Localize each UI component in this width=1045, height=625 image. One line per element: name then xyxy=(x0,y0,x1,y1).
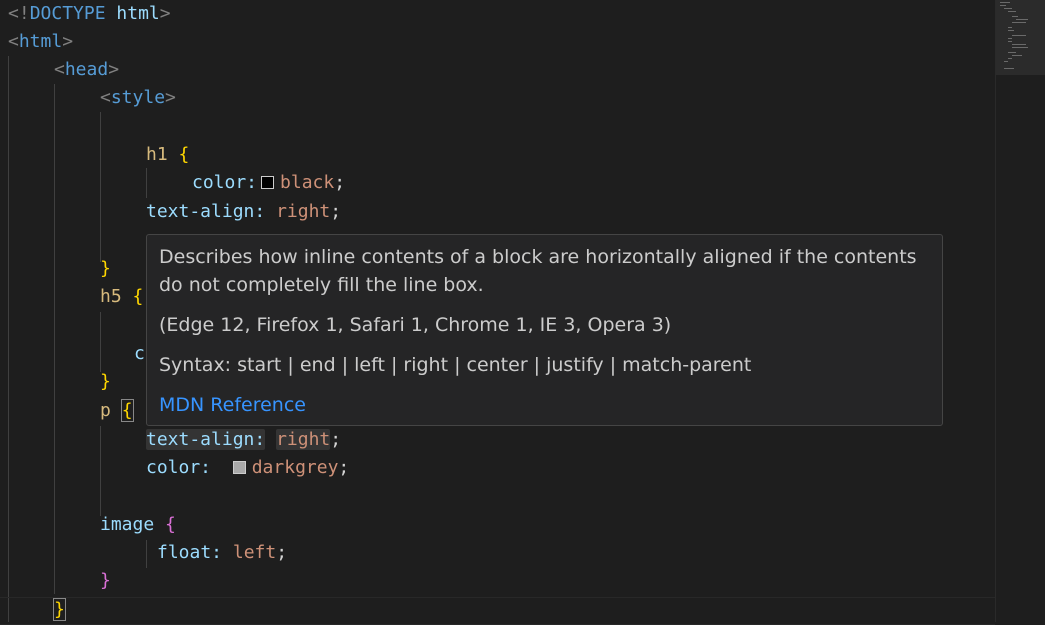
code-line-h5-close[interactable]: } xyxy=(100,368,111,396)
minimap-line xyxy=(1012,47,1028,48)
css-selector: h1 xyxy=(146,144,168,165)
code-line-p-align[interactable]: text-align: right; xyxy=(146,426,341,454)
brace: { xyxy=(165,514,176,535)
css-property: color: xyxy=(192,172,258,193)
tag-bracket: < xyxy=(100,87,111,108)
brace: } xyxy=(100,258,111,279)
indent-guide xyxy=(100,112,101,262)
indent-guide xyxy=(8,56,9,622)
code-line-h5-selector[interactable]: h5 { xyxy=(100,283,143,311)
brace: { xyxy=(178,144,190,165)
code-line-doctype[interactable]: <!DOCTYPE html> xyxy=(8,0,171,28)
tag-bracket: <! xyxy=(8,3,30,24)
brace: } xyxy=(53,598,66,621)
brace: } xyxy=(100,570,111,591)
hover-syntax: Syntax: start | end | left | right | cen… xyxy=(159,354,752,376)
color-swatch-darkgrey[interactable] xyxy=(232,461,246,474)
code-line-style[interactable]: <style> xyxy=(100,84,176,112)
code-line-h1-color[interactable]: color: black; xyxy=(192,169,345,197)
doctype-name: html xyxy=(116,3,160,24)
hover-tooltip: Describes how inline contents of a block… xyxy=(146,234,943,426)
current-line-highlight xyxy=(0,597,995,625)
code-line-image-close[interactable]: } xyxy=(100,567,111,595)
html-tag: html xyxy=(18,31,63,52)
hover-description: Describes how inline contents of a block… xyxy=(159,246,917,296)
code-editor[interactable]: <!DOCTYPE html> <html> <head> <style> h1… xyxy=(0,0,995,625)
brace: { xyxy=(120,399,134,422)
color-swatch-black[interactable] xyxy=(261,176,275,189)
css-property: text-align: xyxy=(146,201,266,222)
css-selector: image xyxy=(100,514,155,535)
minimap-line xyxy=(1012,35,1026,36)
tag-bracket: < xyxy=(8,31,19,52)
doctype-keyword: DOCTYPE xyxy=(29,3,106,24)
minimap-line xyxy=(1012,55,1022,56)
indent-guide xyxy=(100,312,101,372)
indent-guide xyxy=(146,540,147,568)
code-line-h1-selector[interactable]: h1 { xyxy=(146,141,189,169)
brace: { xyxy=(132,286,144,307)
semicolon: ; xyxy=(330,429,342,450)
minimap-line xyxy=(1012,22,1026,23)
minimap-line xyxy=(1008,30,1014,31)
mdn-reference-link[interactable]: MDN Reference xyxy=(159,391,930,419)
css-property: color: xyxy=(146,457,212,478)
code-line-h5-property[interactable]: c xyxy=(134,340,145,368)
css-property: c xyxy=(134,343,145,364)
code-line-h1-close[interactable]: } xyxy=(100,255,111,283)
css-value: darkgrey xyxy=(251,457,339,478)
code-line-p-color[interactable]: color: darkgrey; xyxy=(146,454,349,482)
minimap-line xyxy=(1004,68,1014,69)
tag-bracket: < xyxy=(54,59,65,80)
code-line-image-float[interactable]: float: left; xyxy=(157,539,287,567)
minimap-line xyxy=(1000,5,1006,6)
head-tag: head xyxy=(64,59,109,80)
css-property: float: xyxy=(157,542,223,563)
minimap-line xyxy=(1008,58,1012,59)
minimap-line xyxy=(1008,41,1012,42)
code-line-head[interactable]: <head> xyxy=(54,56,119,84)
minimap-slider[interactable] xyxy=(996,0,1045,75)
code-line-h1-align[interactable]: text-align: right; xyxy=(146,198,341,226)
code-line-image-selector[interactable]: image { xyxy=(100,511,176,539)
css-selector: h5 xyxy=(100,286,122,307)
minimap[interactable] xyxy=(995,0,1045,622)
brace: } xyxy=(100,371,111,392)
css-value: right xyxy=(276,201,331,222)
minimap-line xyxy=(1008,38,1012,39)
tag-bracket: > xyxy=(159,3,171,24)
minimap-line xyxy=(1008,52,1016,53)
minimap-line xyxy=(1008,11,1016,12)
code-line-final-brace[interactable]: } xyxy=(53,596,66,624)
code-line-html[interactable]: <html> xyxy=(8,28,73,56)
minimap-line xyxy=(1012,16,1018,17)
minimap-line xyxy=(1012,44,1026,45)
css-value: left xyxy=(232,542,277,563)
css-value: black xyxy=(280,172,335,193)
css-value: right xyxy=(276,429,331,450)
tag-bracket: > xyxy=(165,87,176,108)
minimap-line xyxy=(1016,19,1028,20)
indent-guide xyxy=(146,168,147,198)
minimap-line xyxy=(1004,61,1008,62)
css-property: text-align: xyxy=(146,429,266,450)
tag-bracket: > xyxy=(108,59,120,80)
minimap-line xyxy=(1004,8,1012,9)
minimap-line xyxy=(1008,27,1012,28)
indent-guide xyxy=(54,84,55,594)
code-line-p-selector[interactable]: p { xyxy=(100,397,134,425)
css-selector: p xyxy=(100,400,111,421)
minimap-line xyxy=(1000,2,1010,3)
indent-guide xyxy=(100,426,101,516)
tag-bracket: > xyxy=(62,31,74,52)
hover-browser-compat: (Edge 12, Firefox 1, Safari 1, Chrome 1,… xyxy=(159,314,672,336)
semicolon: ; xyxy=(338,457,350,478)
style-tag: style xyxy=(110,87,166,108)
semicolon: ; xyxy=(330,201,342,222)
semicolon: ; xyxy=(334,172,346,193)
semicolon: ; xyxy=(276,542,288,563)
